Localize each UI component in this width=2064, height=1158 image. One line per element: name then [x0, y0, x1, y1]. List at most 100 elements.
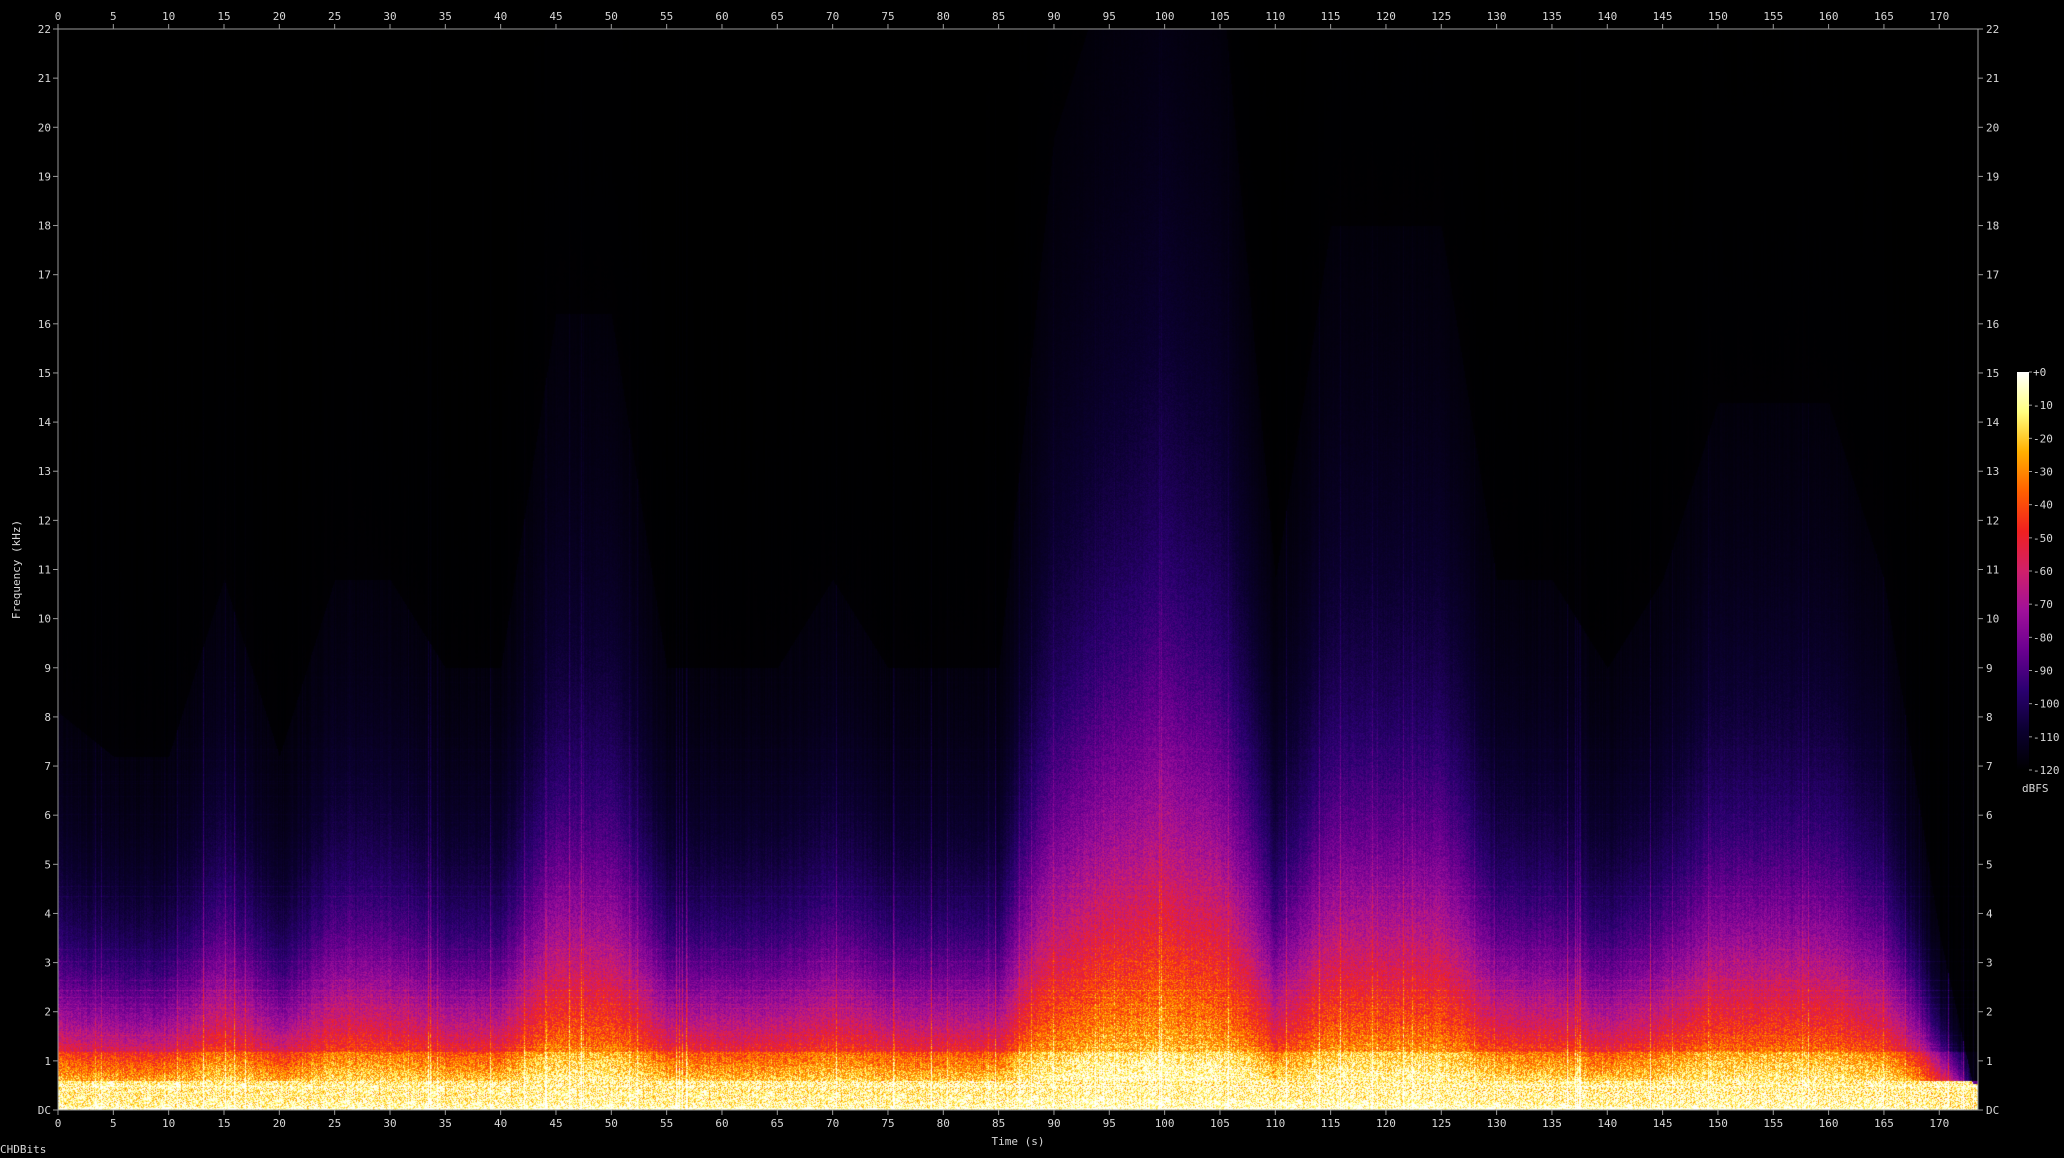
y-tick-label-right: 16 — [1986, 318, 1999, 331]
y-tick-label-left: 4 — [44, 907, 51, 920]
y-tick-label-right: 2 — [1986, 1006, 1993, 1019]
colorbar-tick-label: -110 — [2033, 731, 2060, 744]
y-tick-label-left: 15 — [38, 367, 51, 380]
colorbar-tick-label: -90 — [2033, 665, 2053, 678]
y-tick-label-left: 6 — [44, 809, 51, 822]
y-tick-label-right: 12 — [1986, 514, 1999, 527]
colorbar-tick-label: -60 — [2033, 565, 2053, 578]
x-tick-label-top: 150 — [1708, 10, 1728, 23]
y-tick-label-left: 3 — [44, 957, 51, 970]
x-tick-label-top: 65 — [771, 10, 784, 23]
x-tick-label-bottom: 15 — [217, 1117, 230, 1130]
x-tick-label-bottom: 60 — [715, 1117, 728, 1130]
x-tick-label-top: 130 — [1487, 10, 1507, 23]
x-tick-label-bottom: 40 — [494, 1117, 507, 1130]
y-tick-label-left: 2 — [44, 1006, 51, 1019]
y-tick-label-right: 20 — [1986, 121, 1999, 134]
y-tick-label-left: 11 — [38, 564, 51, 577]
y-tick-label-right: 6 — [1986, 809, 1993, 822]
colorbar-tick-label: -20 — [2033, 432, 2053, 445]
y-tick-label-right: 7 — [1986, 760, 1993, 773]
y-tick-label-left: 1 — [44, 1055, 51, 1068]
x-tick-label-top: 10 — [162, 10, 175, 23]
x-tick-label-bottom: 165 — [1874, 1117, 1894, 1130]
chart-axes: 0055101015152020252530303535404045455050… — [10, 10, 2060, 1148]
x-tick-label-top: 110 — [1265, 10, 1285, 23]
x-tick-label-top: 15 — [217, 10, 230, 23]
y-tick-label-right: 15 — [1986, 367, 1999, 380]
x-tick-label-bottom: 0 — [55, 1117, 62, 1130]
x-tick-label-bottom: 20 — [273, 1117, 286, 1130]
x-tick-label-bottom: 5 — [110, 1117, 117, 1130]
x-tick-label-top: 35 — [439, 10, 452, 23]
y-tick-label-left: 20 — [38, 121, 51, 134]
colorbar — [2017, 372, 2029, 770]
x-tick-label-top: 60 — [715, 10, 728, 23]
y-tick-label-left: 14 — [38, 416, 52, 429]
y-tick-label-left: 17 — [38, 269, 51, 282]
y-tick-label-right: 18 — [1986, 220, 1999, 233]
x-tick-label-top: 90 — [1047, 10, 1060, 23]
y-tick-label-right: 10 — [1986, 613, 1999, 626]
colorbar-tick-label: -40 — [2033, 499, 2053, 512]
x-tick-label-top: 100 — [1155, 10, 1175, 23]
y-tick-label-right: 11 — [1986, 564, 1999, 577]
x-tick-label-bottom: 55 — [660, 1117, 673, 1130]
colorbar-tick-label: -50 — [2033, 532, 2053, 545]
y-tick-label-left: 18 — [38, 220, 51, 233]
x-tick-label-top: 105 — [1210, 10, 1230, 23]
colorbar-tick-label: -100 — [2033, 698, 2060, 711]
colorbar-tick-label: -10 — [2033, 399, 2053, 412]
colorbar-unit-label: dBFS — [2022, 782, 2049, 795]
x-tick-label-bottom: 80 — [937, 1117, 950, 1130]
x-tick-label-bottom: 90 — [1047, 1117, 1060, 1130]
x-tick-label-bottom: 125 — [1431, 1117, 1451, 1130]
x-tick-label-top: 55 — [660, 10, 673, 23]
x-tick-label-top: 70 — [826, 10, 839, 23]
x-tick-label-top: 30 — [383, 10, 396, 23]
x-tick-label-bottom: 130 — [1487, 1117, 1507, 1130]
y-tick-label-left: 13 — [38, 465, 51, 478]
colorbar-tick-label: -70 — [2033, 598, 2053, 611]
y-axis-title: Frequency (kHz) — [10, 520, 23, 619]
y-tick-label-left: 5 — [44, 858, 51, 871]
x-tick-label-bottom: 25 — [328, 1117, 341, 1130]
x-tick-label-top: 45 — [549, 10, 562, 23]
x-tick-label-top: 25 — [328, 10, 341, 23]
y-tick-label-right: 19 — [1986, 170, 1999, 183]
y-tick-label-right: 5 — [1986, 858, 1993, 871]
x-tick-label-top: 5 — [110, 10, 117, 23]
x-tick-label-top: 165 — [1874, 10, 1894, 23]
x-tick-label-bottom: 65 — [771, 1117, 784, 1130]
y-tick-label-right: 1 — [1986, 1055, 1993, 1068]
x-tick-label-top: 0 — [55, 10, 62, 23]
y-tick-label-right: 21 — [1986, 72, 1999, 85]
x-tick-label-bottom: 105 — [1210, 1117, 1230, 1130]
y-tick-label-right: DC — [1986, 1104, 1999, 1117]
x-tick-label-top: 120 — [1376, 10, 1396, 23]
x-tick-label-bottom: 30 — [383, 1117, 396, 1130]
y-tick-label-left: DC — [38, 1104, 51, 1117]
x-tick-label-bottom: 115 — [1321, 1117, 1341, 1130]
y-tick-label-right: 9 — [1986, 662, 1993, 675]
x-tick-label-top: 155 — [1763, 10, 1783, 23]
x-tick-label-bottom: 50 — [605, 1117, 618, 1130]
y-tick-label-left: 16 — [38, 318, 51, 331]
y-tick-label-left: 10 — [38, 613, 51, 626]
y-tick-label-left: 8 — [44, 711, 51, 724]
x-tick-label-top: 40 — [494, 10, 507, 23]
plot-frame — [57, 28, 1979, 1111]
x-tick-label-top: 170 — [1929, 10, 1949, 23]
x-axis-title: Time (s) — [992, 1135, 1045, 1148]
y-tick-label-left: 22 — [38, 23, 51, 36]
x-tick-label-top: 50 — [605, 10, 618, 23]
y-tick-label-right: 8 — [1986, 711, 1993, 724]
y-tick-label-left: 19 — [38, 170, 51, 183]
x-tick-label-bottom: 35 — [439, 1117, 452, 1130]
y-tick-label-right: 4 — [1986, 907, 1993, 920]
x-tick-label-top: 20 — [273, 10, 286, 23]
colorbar-tick-label: -80 — [2033, 631, 2053, 644]
x-tick-label-bottom: 85 — [992, 1117, 1005, 1130]
x-tick-label-bottom: 135 — [1542, 1117, 1562, 1130]
x-tick-label-bottom: 120 — [1376, 1117, 1396, 1130]
